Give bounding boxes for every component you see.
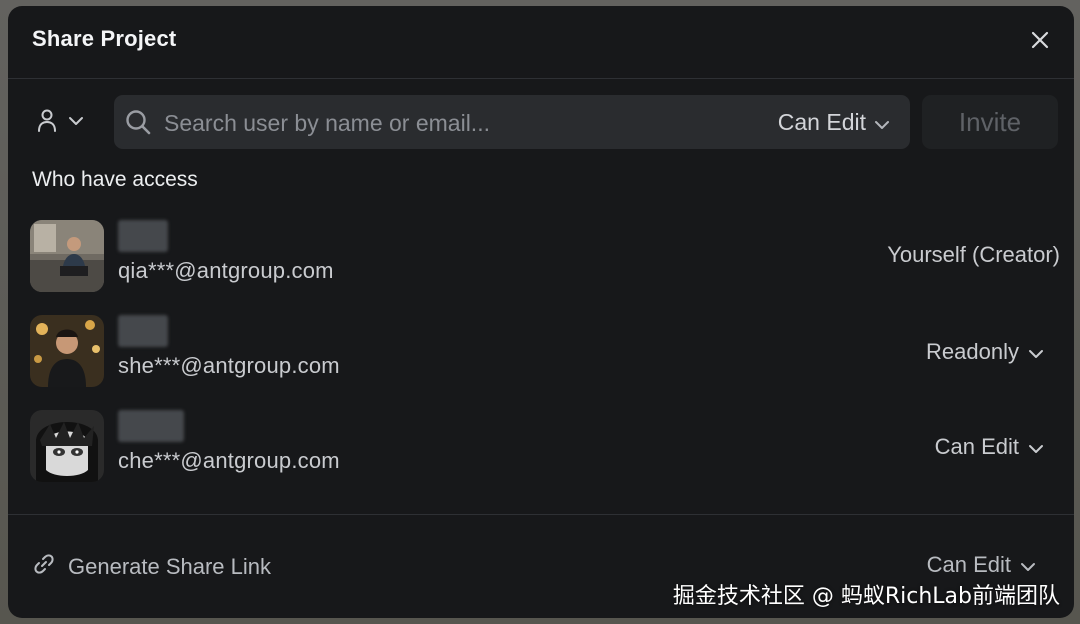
- chevron-down-icon: [1028, 339, 1044, 365]
- invite-role-picker[interactable]: [36, 104, 106, 140]
- search-box: Can Edit: [114, 95, 910, 149]
- member-row: qia***@antgroup.com Yourself (Creator): [30, 220, 1060, 294]
- dialog-header: Share Project: [8, 6, 1074, 79]
- member-name-redacted: [118, 220, 168, 252]
- generate-share-link-button[interactable]: Generate Share Link: [32, 552, 271, 582]
- link-icon: [32, 552, 56, 582]
- access-heading: Who have access: [32, 168, 198, 191]
- invite-permission-select[interactable]: Can Edit: [778, 107, 890, 137]
- close-icon[interactable]: [1028, 28, 1052, 52]
- watermark-text: 掘金技术社区 @ 蚂蚁RichLab前端团队: [672, 584, 1060, 609]
- member-role-select[interactable]: Readonly: [926, 337, 1044, 367]
- member-email: she***@antgroup.com: [118, 353, 340, 378]
- member-row: she***@antgroup.com Readonly: [30, 315, 1060, 389]
- invite-button[interactable]: Invite: [922, 95, 1058, 149]
- member-email: qia***@antgroup.com: [118, 258, 334, 283]
- member-email: che***@antgroup.com: [118, 448, 340, 473]
- search-input[interactable]: [162, 105, 726, 141]
- member-role: Readonly: [926, 339, 1019, 364]
- share-link-permission-select[interactable]: Can Edit: [927, 552, 1036, 578]
- avatar: [30, 410, 104, 482]
- member-role-select[interactable]: Can Edit: [935, 432, 1044, 462]
- avatar: [30, 220, 104, 292]
- share-dialog: Share Project Can Ed: [8, 6, 1074, 618]
- member-row: che***@antgroup.com Can Edit: [30, 410, 1060, 484]
- chevron-down-icon: [1028, 434, 1044, 460]
- search-icon: [124, 108, 152, 136]
- chevron-down-icon: [874, 109, 890, 136]
- share-link-permission-label: Can Edit: [926, 552, 1011, 577]
- member-role: Yourself (Creator): [887, 242, 1060, 267]
- member-name-redacted: [118, 315, 168, 347]
- avatar: [30, 315, 104, 387]
- user-icon: [36, 107, 58, 138]
- dialog-title: Share Project: [32, 26, 177, 51]
- footer-divider: [8, 514, 1074, 515]
- share-link-label: Generate Share Link: [68, 554, 272, 579]
- member-name-redacted: [118, 410, 184, 442]
- member-role: Can Edit: [934, 434, 1019, 459]
- invite-permission-label: Can Edit: [777, 108, 866, 135]
- chevron-down-icon: [1020, 552, 1036, 578]
- chevron-down-icon: [68, 113, 84, 131]
